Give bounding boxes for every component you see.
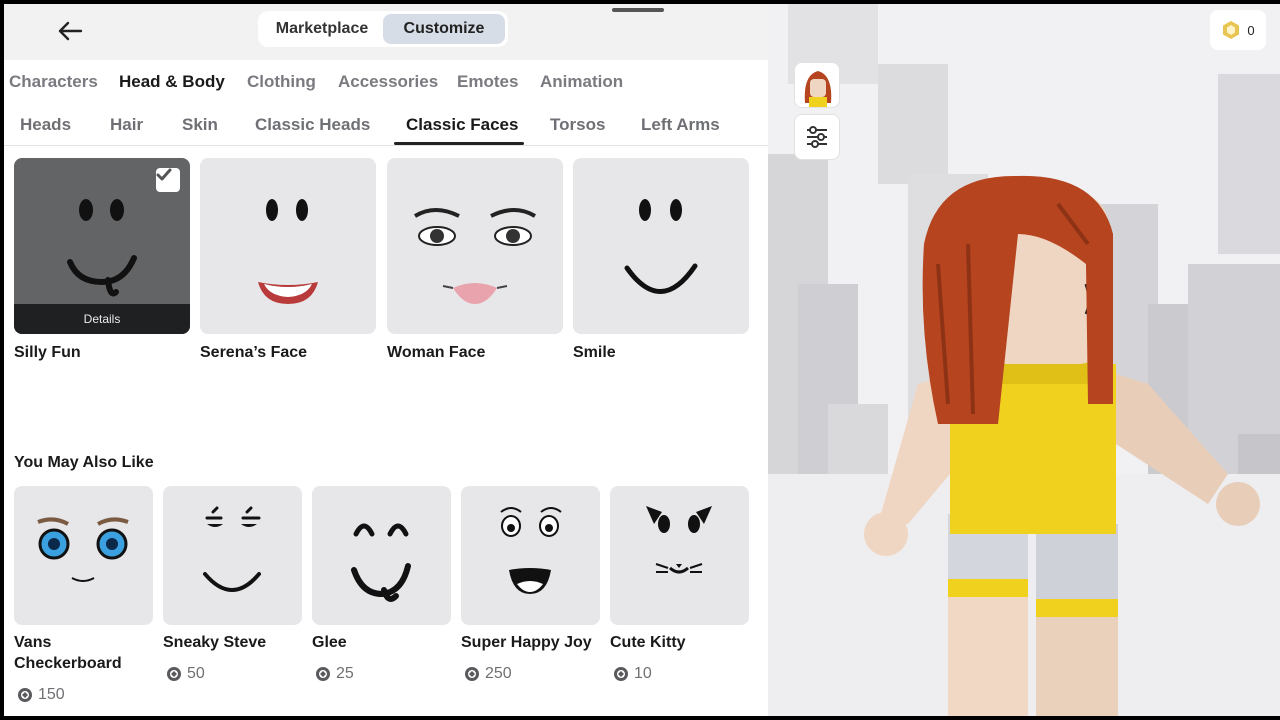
avatar-thumbnail-button[interactable] [794, 62, 840, 108]
price-tag: 10 [614, 665, 652, 683]
subcategory-hair[interactable]: Hair [110, 115, 143, 135]
face-woman-thumbnail [413, 208, 537, 304]
subcategory-classic-heads[interactable]: Classic Heads [255, 115, 370, 135]
item-name: Glee [312, 634, 347, 651]
face-super-happy-joy-thumbnail [500, 507, 562, 594]
item-name: Smile [573, 344, 616, 361]
face-cute-kitty-thumbnail [646, 506, 712, 574]
face-serena-thumbnail [258, 199, 318, 304]
item-card-smile[interactable] [573, 158, 749, 334]
item-card-serenas-face[interactable] [200, 158, 376, 334]
price-tag: 25 [316, 665, 354, 683]
category-tabs: Characters Head & Body Clothing Accessor… [4, 60, 768, 104]
avatar-preview-scene[interactable]: 0 [768, 4, 1280, 716]
subcategory-classic-faces[interactable]: Classic Faces [406, 115, 518, 135]
face-smile-thumbnail [624, 199, 698, 294]
item-name: Cute Kitty [610, 634, 686, 651]
robux-icon [1223, 21, 1240, 39]
face-glee-thumbnail [351, 523, 411, 602]
rec-card-cute-kitty[interactable] [610, 486, 749, 625]
robux-icon [465, 667, 479, 681]
price-tag: 50 [167, 665, 205, 683]
back-arrow-icon [58, 21, 83, 41]
avatar-thumbnail [804, 71, 832, 107]
price-value: 25 [336, 665, 354, 682]
back-button[interactable] [52, 14, 88, 48]
price-value: 10 [634, 665, 652, 682]
face-vans-thumbnail [37, 517, 129, 582]
item-name: Super Happy Joy [461, 634, 592, 651]
scene-background [768, 4, 1280, 716]
subcategory-tabs: Heads Hair Skin Classic Heads Classic Fa… [4, 104, 768, 146]
subcategory-heads[interactable]: Heads [20, 115, 71, 135]
robux-balance-value: 0 [1247, 22, 1255, 38]
rec-card-glee[interactable] [312, 486, 451, 625]
robux-icon [614, 667, 628, 681]
item-card-woman-face[interactable] [387, 158, 563, 334]
robux-icon [18, 688, 32, 702]
selected-check[interactable] [156, 168, 180, 192]
robux-icon [167, 667, 181, 681]
divider [4, 145, 768, 146]
rec-card-vans-checkerboard[interactable] [14, 486, 153, 625]
category-animation[interactable]: Animation [540, 72, 623, 92]
category-head-body[interactable]: Head & Body [119, 72, 225, 92]
price-value: 150 [38, 686, 65, 703]
item-name: Sneaky Steve [163, 634, 267, 651]
rec-card-sneaky-steve[interactable] [163, 486, 302, 625]
price-tag: 150 [18, 686, 65, 704]
subcategory-torsos[interactable]: Torsos [550, 115, 605, 135]
mode-switch: Marketplace Customize [258, 11, 508, 47]
price-tag: 250 [465, 665, 512, 683]
customize-settings-button[interactable] [794, 114, 840, 160]
item-name: Vans [14, 634, 52, 651]
catalog-panel: Marketplace Customize Characters Head & … [4, 4, 768, 716]
check-icon [156, 168, 172, 181]
robux-balance[interactable]: 0 [1210, 10, 1266, 50]
face-sneaky-steve-thumbnail [203, 506, 261, 592]
recommendations-title: You May Also Like [14, 454, 154, 471]
price-value: 250 [485, 665, 512, 682]
top-bar: Marketplace Customize [4, 4, 768, 60]
item-name: Serena’s Face [200, 344, 308, 361]
category-accessories[interactable]: Accessories [338, 72, 438, 92]
drag-handle[interactable] [612, 8, 664, 12]
item-name: Checkerboard [14, 655, 122, 672]
category-emotes[interactable]: Emotes [457, 72, 518, 92]
category-clothing[interactable]: Clothing [247, 72, 316, 92]
category-characters[interactable]: Characters [9, 72, 98, 92]
rec-card-super-happy-joy[interactable] [461, 486, 600, 625]
subcategory-left-arms[interactable]: Left Arms [641, 115, 720, 135]
app-window: Marketplace Customize Characters Head & … [0, 0, 1280, 720]
sliders-icon [807, 126, 827, 148]
tab-marketplace[interactable]: Marketplace [261, 14, 383, 44]
robux-icon [316, 667, 330, 681]
item-name: Silly Fun [14, 344, 81, 361]
item-card-silly-fun[interactable]: Details [14, 158, 190, 334]
tab-customize[interactable]: Customize [383, 14, 505, 44]
price-value: 50 [187, 665, 205, 682]
details-button[interactable]: Details [14, 304, 190, 334]
item-name: Woman Face [387, 344, 486, 361]
subcategory-skin[interactable]: Skin [182, 115, 218, 135]
